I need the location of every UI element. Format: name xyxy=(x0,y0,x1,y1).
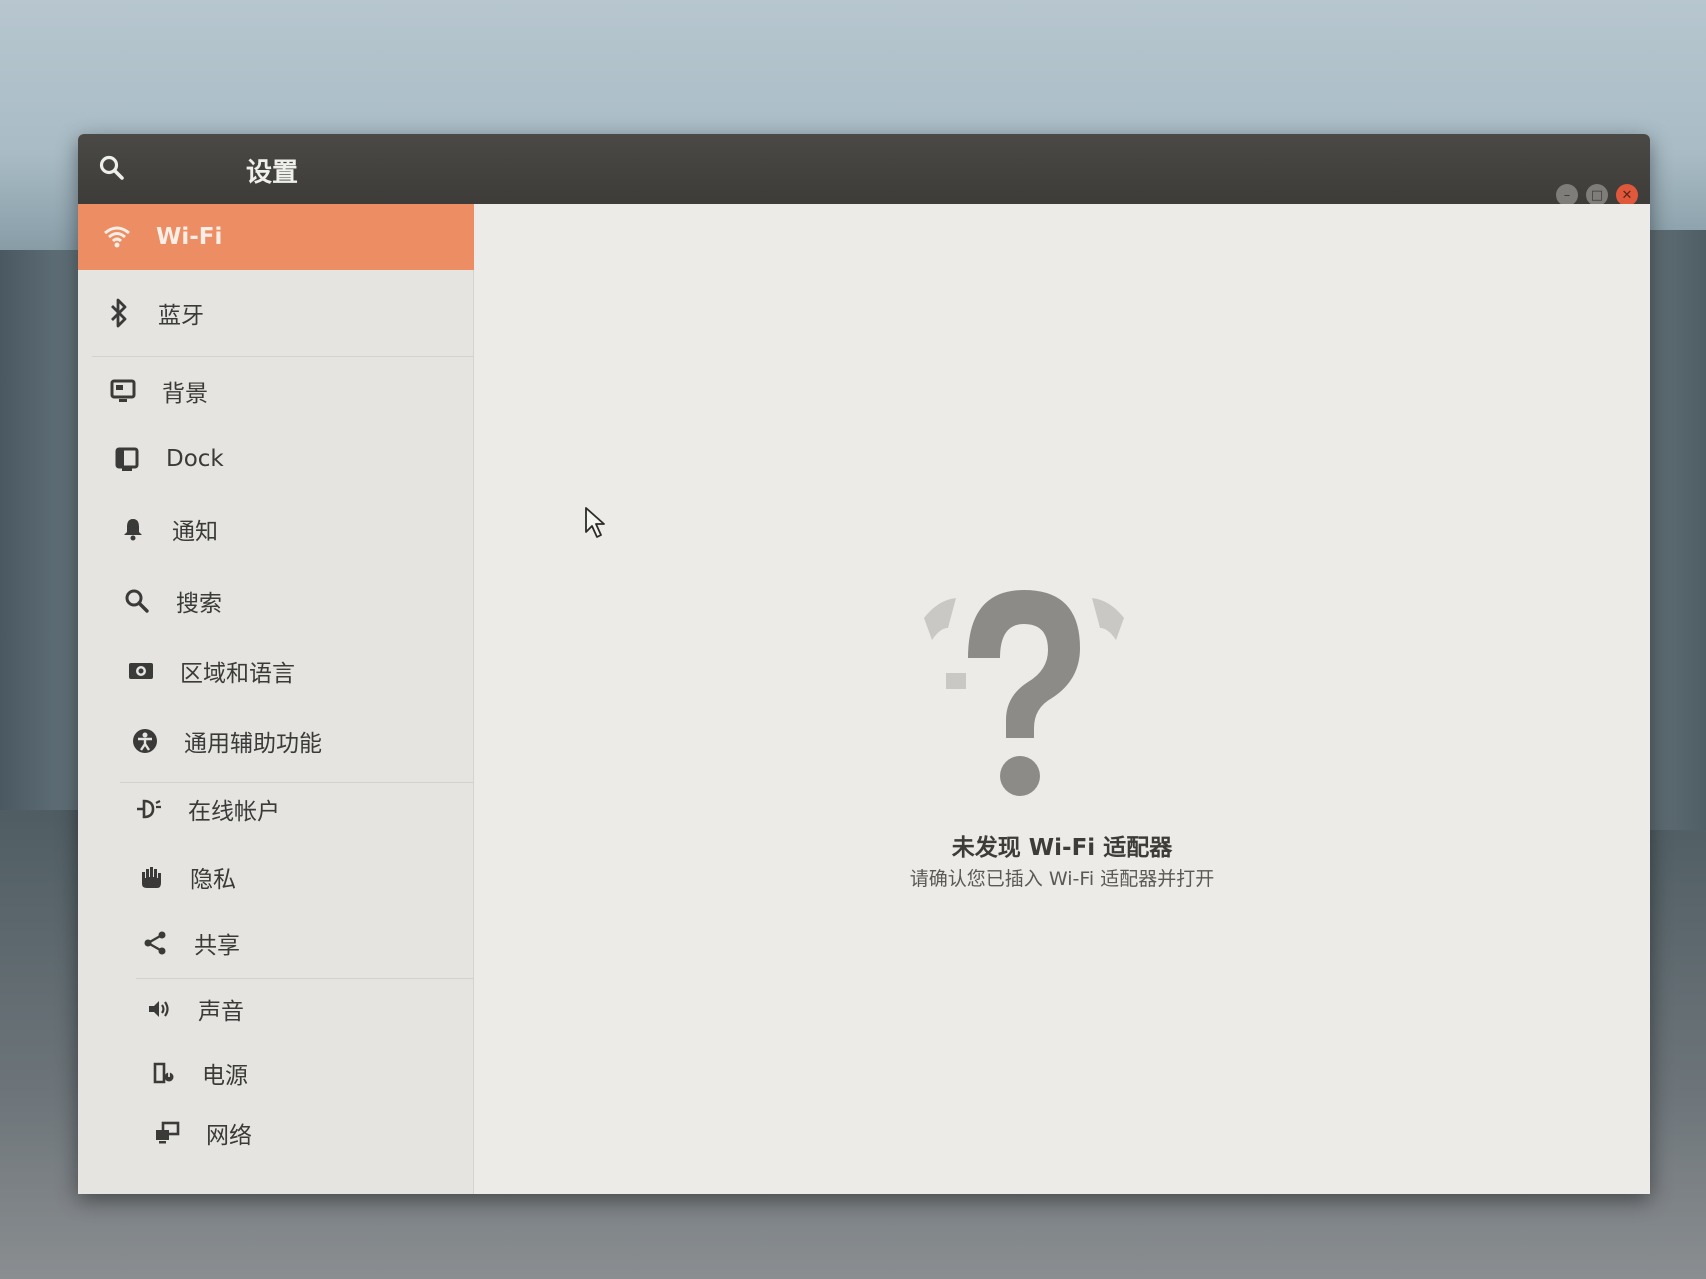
sidebar-item-label: 蓝牙 xyxy=(158,303,204,329)
maximize-button[interactable]: □ xyxy=(1586,184,1608,206)
empty-state-subtitle: 请确认您已插入 Wi-Fi 适配器并打开 xyxy=(909,868,1215,890)
sidebar-item-label: 声音 xyxy=(198,999,244,1025)
sidebar-item-sound[interactable]: 声音 xyxy=(78,976,537,1042)
power-icon xyxy=(146,1056,180,1090)
sidebar-item-label: 共享 xyxy=(194,933,240,959)
sidebar-item-label: 通知 xyxy=(172,519,218,545)
window-title: 设置 xyxy=(246,158,299,188)
speaker-icon xyxy=(142,992,176,1026)
question-mark-icon xyxy=(924,590,1124,796)
search-icon xyxy=(120,584,154,618)
settings-sidebar: Wi-Fi 蓝牙 背景 Dock 通知 搜索 区域和语言 通用辅助功能 在线帐户… xyxy=(78,204,495,1194)
sidebar-item-background[interactable]: 背景 xyxy=(78,358,501,424)
accessibility-icon xyxy=(128,724,162,758)
sidebar-item-label: 网络 xyxy=(206,1123,252,1149)
sidebar-item-online-accounts[interactable]: 在线帐户 xyxy=(78,776,527,842)
sidebar-item-label: 在线帐户 xyxy=(188,799,280,825)
mouse-cursor xyxy=(585,507,605,538)
bell-icon xyxy=(116,512,150,546)
sidebar-item-label: Wi-Fi xyxy=(156,224,223,250)
sidebar-item-search[interactable]: 搜索 xyxy=(78,568,515,634)
search-icon xyxy=(99,155,124,180)
sidebar-item-label: 通用辅助功能 xyxy=(184,731,322,757)
sidebar-item-label: 隐私 xyxy=(190,867,236,893)
sidebar-item-privacy[interactable]: 隐私 xyxy=(78,844,529,910)
header-search-button[interactable] xyxy=(92,148,132,188)
sidebar-item-region-language[interactable]: 区域和语言 xyxy=(78,638,519,704)
title-bar: 设置 – □ ✕ xyxy=(78,134,1650,206)
empty-state-title: 未发现 Wi-Fi 适配器 xyxy=(951,835,1173,861)
minimize-button[interactable]: – xyxy=(1556,184,1578,206)
sidebar-divider xyxy=(92,356,473,357)
desktop-background-bottom xyxy=(0,1180,1706,1279)
bluetooth-icon xyxy=(102,296,136,330)
sidebar-item-bluetooth[interactable]: 蓝牙 xyxy=(78,280,497,346)
sidebar-item-sharing[interactable]: 共享 xyxy=(78,910,533,976)
sidebar-item-label: 搜索 xyxy=(176,591,222,617)
dock-icon xyxy=(110,442,144,476)
sidebar-item-label: 电源 xyxy=(202,1063,248,1089)
sidebar-item-label: 背景 xyxy=(162,381,208,407)
share-icon xyxy=(138,926,172,960)
sidebar-item-label: 区域和语言 xyxy=(180,661,295,687)
maximize-icon: □ xyxy=(1590,187,1604,203)
online-accounts-icon xyxy=(132,792,166,826)
sidebar-item-wifi[interactable]: Wi-Fi xyxy=(78,204,495,270)
sidebar-item-power[interactable]: 电源 xyxy=(78,1040,541,1106)
sidebar-item-accessibility[interactable]: 通用辅助功能 xyxy=(78,708,523,774)
background-icon xyxy=(106,374,140,408)
wifi-icon xyxy=(100,220,134,254)
network-icon xyxy=(150,1116,184,1150)
settings-window: 设置 – □ ✕ Wi-Fi 蓝牙 背景 Dock 通知 搜索 区域和语言 通用… xyxy=(78,134,1650,1194)
minimize-icon: – xyxy=(1563,187,1571,203)
close-button[interactable]: ✕ xyxy=(1616,184,1638,206)
sidebar-item-notifications[interactable]: 通知 xyxy=(78,496,511,562)
wifi-panel: 未发现 Wi-Fi 适配器 请确认您已插入 Wi-Fi 适配器并打开 xyxy=(474,204,1650,1194)
sidebar-item-dock[interactable]: Dock xyxy=(78,426,505,492)
region-icon xyxy=(124,654,158,688)
close-icon: ✕ xyxy=(1621,187,1633,203)
privacy-hand-icon xyxy=(134,860,168,894)
sidebar-item-label: Dock xyxy=(166,446,224,472)
